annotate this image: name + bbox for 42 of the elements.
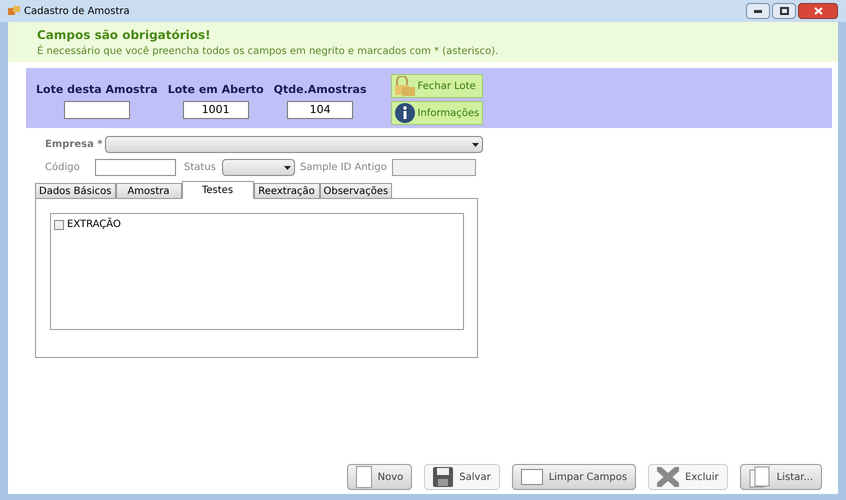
minimize-button[interactable] — [746, 3, 770, 19]
tab[interactable]: Reextração — [254, 183, 320, 199]
toolbar-button[interactable]: Novo — [346, 464, 412, 490]
batch-button[interactable]: Informações — [390, 101, 483, 125]
blank-page-icon — [356, 466, 372, 488]
sample-id-label: Sample ID Antigo — [300, 161, 388, 175]
close-icon — [814, 7, 822, 15]
app-icon — [8, 6, 20, 16]
tab[interactable]: Testes — [182, 181, 254, 199]
cross-icon — [657, 467, 680, 487]
info-icon — [394, 102, 416, 124]
codigo-field[interactable] — [95, 159, 176, 176]
padlock-icon — [394, 76, 416, 96]
test-checkbox[interactable]: EXTRAÇÃO — [54, 217, 460, 232]
batch-button[interactable]: Fechar Lote — [390, 74, 483, 98]
batch-field[interactable]: 1001 — [182, 100, 249, 118]
empresa-dropdown[interactable] — [104, 136, 483, 153]
dropdown-arrow-icon — [472, 142, 479, 146]
toolbar-button[interactable]: Listar... — [740, 464, 822, 490]
notice-text: É necessário que você preencha todos os campos em negrito e marcados com * (asterisco). — [37, 44, 500, 59]
dropdown-arrow-icon — [284, 166, 291, 170]
minimize-icon — [754, 10, 762, 12]
status-dropdown[interactable] — [222, 159, 295, 176]
batch-field[interactable]: 104 — [287, 100, 354, 118]
batch-label: Lote desta Amostra — [36, 82, 158, 98]
empty-frame-icon — [520, 469, 543, 485]
tab[interactable]: Observações — [320, 183, 392, 199]
status-label: Status — [184, 161, 217, 175]
notice-title: Campos são obrigatórios! — [37, 27, 212, 44]
pages-icon — [748, 466, 771, 488]
codigo-label: Código — [45, 161, 81, 175]
maximize-button[interactable] — [772, 3, 796, 19]
tab[interactable]: Amostra — [116, 183, 182, 199]
restore-icon — [780, 7, 788, 15]
tab[interactable]: Dados Básicos — [35, 183, 116, 199]
batch-label: Qtde.Amostras — [274, 82, 367, 98]
window-title: Cadastro de Amostra — [24, 4, 130, 18]
batch-field[interactable] — [64, 100, 130, 118]
empresa-label: Empresa * — [45, 138, 103, 152]
batch-label: Lote em Aberto — [168, 82, 264, 98]
toolbar-button[interactable]: Limpar Campos — [512, 464, 636, 490]
close-button[interactable] — [798, 3, 838, 19]
